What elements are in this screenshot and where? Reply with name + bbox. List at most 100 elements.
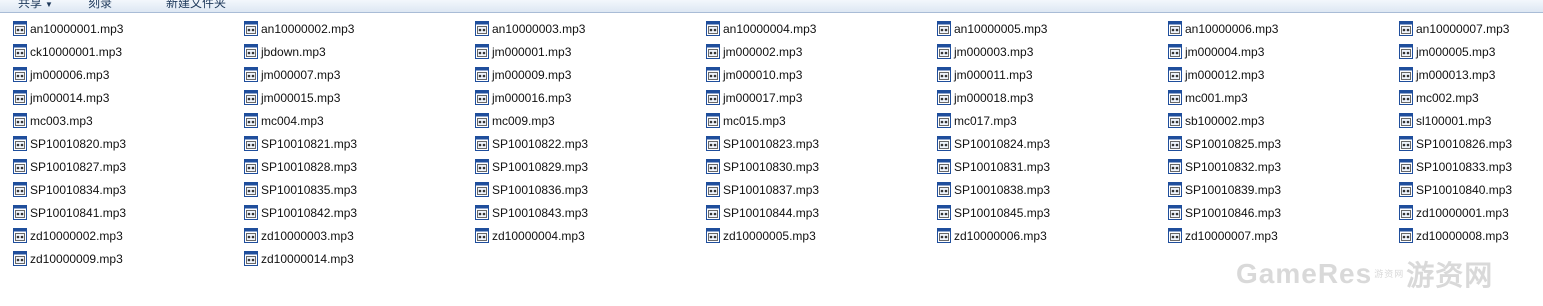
file-name: SP10010827.mp3	[30, 159, 127, 174]
file-name: zd10000007.mp3	[1185, 228, 1278, 243]
file-item[interactable]: jm000003.mp3	[934, 40, 1165, 63]
file-item[interactable]: an10000004.mp3	[703, 17, 934, 40]
file-item[interactable]: SP10010826.mp3	[1396, 132, 1543, 155]
file-item[interactable]: mc009.mp3	[472, 109, 703, 132]
file-item[interactable]: SP10010831.mp3	[934, 155, 1165, 178]
chevron-down-icon: ▼	[45, 0, 53, 9]
toolbar-new-folder-button[interactable]: 新建文件夹	[166, 0, 226, 10]
file-name: SP10010826.mp3	[1416, 136, 1513, 151]
file-item[interactable]: an10000001.mp3	[10, 17, 241, 40]
file-item[interactable]: jm000014.mp3	[10, 86, 241, 109]
file-item[interactable]: zd10000002.mp3	[10, 224, 241, 247]
file-item[interactable]: zd10000009.mp3	[10, 247, 241, 270]
file-item[interactable]: SP10010840.mp3	[1396, 178, 1543, 201]
file-name: SP10010832.mp3	[1185, 159, 1282, 174]
file-item[interactable]: zd10000014.mp3	[241, 247, 472, 270]
file-item[interactable]: SP10010825.mp3	[1165, 132, 1396, 155]
file-item[interactable]: mc002.mp3	[1396, 86, 1543, 109]
file-item[interactable]: ck10000001.mp3	[10, 40, 241, 63]
file-name: zd10000003.mp3	[261, 228, 354, 243]
file-item[interactable]: SP10010836.mp3	[472, 178, 703, 201]
file-item[interactable]: zd10000006.mp3	[934, 224, 1165, 247]
file-item[interactable]: jm000007.mp3	[241, 63, 472, 86]
file-item[interactable]: an10000003.mp3	[472, 17, 703, 40]
file-item[interactable]: SP10010833.mp3	[1396, 155, 1543, 178]
file-name: SP10010820.mp3	[30, 136, 127, 151]
file-name: jm000014.mp3	[30, 90, 110, 105]
file-name: SP10010828.mp3	[261, 159, 358, 174]
toolbar-burn-button[interactable]: 刻录	[88, 0, 112, 10]
file-item[interactable]: sb100002.mp3	[1165, 109, 1396, 132]
file-item[interactable]: mc004.mp3	[241, 109, 472, 132]
file-item[interactable]: SP10010841.mp3	[10, 201, 241, 224]
file-item[interactable]: jm000005.mp3	[1396, 40, 1543, 63]
file-item[interactable]: jbdown.mp3	[241, 40, 472, 63]
file-item[interactable]: zd10000004.mp3	[472, 224, 703, 247]
file-item[interactable]: jm000001.mp3	[472, 40, 703, 63]
file-item[interactable]: jm000009.mp3	[472, 63, 703, 86]
file-item[interactable]: jm000016.mp3	[472, 86, 703, 109]
file-item[interactable]: SP10010820.mp3	[10, 132, 241, 155]
file-item[interactable]: SP10010827.mp3	[10, 155, 241, 178]
audio-file-icon	[475, 182, 489, 197]
audio-file-icon	[937, 136, 951, 151]
audio-file-icon	[475, 44, 489, 59]
file-item[interactable]: zd10000008.mp3	[1396, 224, 1543, 247]
audio-file-icon	[706, 44, 720, 59]
file-item[interactable]: SP10010832.mp3	[1165, 155, 1396, 178]
file-item[interactable]: SP10010842.mp3	[241, 201, 472, 224]
file-item[interactable]: SP10010821.mp3	[241, 132, 472, 155]
file-item[interactable]: an10000007.mp3	[1396, 17, 1543, 40]
audio-file-icon	[13, 251, 27, 266]
file-name: jm000017.mp3	[723, 90, 803, 105]
file-item[interactable]: jm000010.mp3	[703, 63, 934, 86]
file-item[interactable]: jm000004.mp3	[1165, 40, 1396, 63]
file-item[interactable]: SP10010843.mp3	[472, 201, 703, 224]
file-item[interactable]: SP10010835.mp3	[241, 178, 472, 201]
file-item[interactable]: SP10010845.mp3	[934, 201, 1165, 224]
file-name: jm000011.mp3	[954, 67, 1033, 82]
file-item[interactable]: SP10010824.mp3	[934, 132, 1165, 155]
file-item[interactable]: jm000006.mp3	[10, 63, 241, 86]
file-item[interactable]: jm000011.mp3	[934, 63, 1165, 86]
audio-file-icon	[13, 113, 27, 128]
file-item[interactable]: mc015.mp3	[703, 109, 934, 132]
file-name: SP10010845.mp3	[954, 205, 1051, 220]
file-item[interactable]: SP10010838.mp3	[934, 178, 1165, 201]
file-item[interactable]: zd10000003.mp3	[241, 224, 472, 247]
file-item[interactable]: SP10010828.mp3	[241, 155, 472, 178]
file-name: an10000007.mp3	[1416, 21, 1510, 36]
file-item[interactable]: jm000017.mp3	[703, 86, 934, 109]
file-item[interactable]: SP10010830.mp3	[703, 155, 934, 178]
file-name: sb100002.mp3	[1185, 113, 1265, 128]
file-item[interactable]: zd10000001.mp3	[1396, 201, 1543, 224]
file-item[interactable]: jm000015.mp3	[241, 86, 472, 109]
file-item[interactable]: SP10010823.mp3	[703, 132, 934, 155]
file-item[interactable]: SP10010844.mp3	[703, 201, 934, 224]
file-item[interactable]: jm000013.mp3	[1396, 63, 1543, 86]
file-item[interactable]: jm000018.mp3	[934, 86, 1165, 109]
audio-file-icon	[706, 205, 720, 220]
file-name: zd10000005.mp3	[723, 228, 816, 243]
file-item[interactable]: zd10000007.mp3	[1165, 224, 1396, 247]
toolbar-share-button[interactable]: 共享 ▼	[18, 0, 53, 10]
file-item[interactable]: SP10010839.mp3	[1165, 178, 1396, 201]
file-item[interactable]: mc017.mp3	[934, 109, 1165, 132]
file-item[interactable]: SP10010834.mp3	[10, 178, 241, 201]
file-item[interactable]: jm000002.mp3	[703, 40, 934, 63]
file-item[interactable]: zd10000005.mp3	[703, 224, 934, 247]
file-name: SP10010825.mp3	[1185, 136, 1282, 151]
file-item[interactable]: an10000006.mp3	[1165, 17, 1396, 40]
file-item[interactable]: jm000012.mp3	[1165, 63, 1396, 86]
file-item[interactable]: SP10010822.mp3	[472, 132, 703, 155]
file-item[interactable]: an10000005.mp3	[934, 17, 1165, 40]
file-item[interactable]: mc003.mp3	[10, 109, 241, 132]
file-item[interactable]: an10000002.mp3	[241, 17, 472, 40]
file-name: SP10010843.mp3	[492, 205, 589, 220]
audio-file-icon	[244, 182, 258, 197]
file-item[interactable]: mc001.mp3	[1165, 86, 1396, 109]
file-item[interactable]: SP10010837.mp3	[703, 178, 934, 201]
file-item[interactable]: SP10010846.mp3	[1165, 201, 1396, 224]
file-item[interactable]: sl100001.mp3	[1396, 109, 1543, 132]
file-item[interactable]: SP10010829.mp3	[472, 155, 703, 178]
